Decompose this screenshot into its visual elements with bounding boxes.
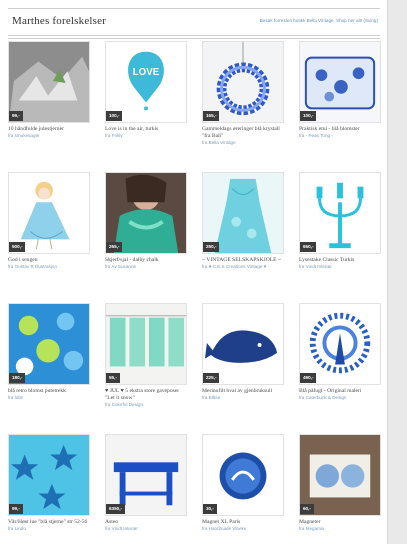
blue-table-picture: [106, 435, 186, 515]
product-title-text[interactable]: Gammeldags øreringer blå krystall "fra B…: [202, 126, 280, 139]
product-title[interactable]: ♥ JUL ♥ 5 ekstra store gaveposer "Let it…: [105, 388, 189, 408]
shop-link[interactable]: fra hitle: [8, 395, 92, 401]
panel-header: Marthes forelskelser Besøk forresten but…: [8, 8, 380, 39]
product-title[interactable]: Skjerf/sjal - dalby chalk fra Av Susanne: [105, 257, 189, 270]
candelabra-picture: [300, 173, 380, 253]
price-badge: 100,-: [106, 111, 123, 121]
star-hat-picture: [9, 435, 89, 515]
product-title-text[interactable]: ♥ JUL ♥ 5 ekstra store gaveposer "Let it…: [105, 388, 179, 401]
floral-pouch-picture: [300, 42, 380, 122]
product-title-text[interactable]: Vår/Høst lue "blå stjerne" str 52-56: [8, 519, 87, 525]
magnets-box-picture: [300, 435, 380, 515]
shop-link[interactable]: fra smukesager: [8, 133, 92, 139]
price-badge: 500,-: [9, 242, 26, 252]
price-badge: 490,-: [300, 373, 317, 383]
price-badge: 99,-: [9, 504, 23, 514]
felt-whale-picture: [203, 304, 283, 384]
price-badge: 265,-: [106, 242, 123, 252]
product-title[interactable]: Vår/Høst lue "blå stjerne" str 52-56 fra…: [8, 519, 92, 532]
product-title-text[interactable]: Lysestake Classic Turkis: [299, 257, 354, 263]
girl-illustration-picture: [9, 173, 89, 253]
product-title-text[interactable]: Blå påfugl - Original maleri: [299, 388, 361, 394]
shop-link[interactable]: fra Colorful Design: [105, 402, 189, 408]
shop-link[interactable]: fra ♥ C.E.S Creations Vintage ♥: [202, 264, 286, 270]
product-title-text[interactable]: Magneter: [299, 519, 320, 525]
product-title[interactable]: Blå påfugl - Original maleri fra Caterbu…: [299, 388, 383, 401]
shop-link[interactable]: fra Bella Vintage: [202, 140, 286, 146]
price-badge: 165,-: [203, 111, 220, 121]
paper-stars-picture: [9, 42, 89, 122]
price-badge: 60,-: [300, 504, 314, 514]
product-title[interactable]: Magnet XL Paris fra Handmade Vibeke: [202, 519, 286, 532]
product-title-text[interactable]: Skjerf/sjal - dalby chalk: [105, 257, 159, 263]
shop-link[interactable]: fra Gustav R Illustrasjon: [8, 264, 92, 270]
blue-wreath-picture: [203, 42, 283, 122]
product-title[interactable]: Merinofilt hval av gjenbruksull fra Blås…: [202, 388, 286, 401]
product-title-text[interactable]: Love is in the air, turkis: [105, 126, 158, 132]
product-title[interactable]: blå retro blomst putetrekk fra hitle: [8, 388, 92, 401]
product-title-text[interactable]: Merinofilt hval av gjenbruksull: [202, 388, 272, 394]
product-title[interactable]: Praktisk etui - blå blomster fra - Peas …: [299, 126, 383, 139]
product-title-text[interactable]: God i sengen: [8, 257, 38, 263]
shop-link[interactable]: fra Blåse: [202, 395, 286, 401]
product-title-text[interactable]: Praktisk etui - blå blomster: [299, 126, 360, 132]
product-title[interactable]: Magneter fra Megamix: [299, 519, 383, 532]
price-badge: 250,-: [203, 242, 220, 252]
product-title[interactable]: Love is in the air, turkis fra Frikly: [105, 126, 189, 139]
price-badge: 55,-: [106, 373, 120, 383]
shop-link[interactable]: fra Av Susanne: [105, 264, 189, 270]
product-title-text[interactable]: blå retro blomst putetrekk: [8, 388, 66, 394]
love-balloon-picture: LOVE: [106, 42, 186, 122]
shop-link[interactable]: fra Lindo: [8, 526, 92, 532]
shop-link[interactable]: fra Handmade Vibeke: [202, 526, 286, 532]
price-badge: 100,-: [300, 111, 317, 121]
paris-magnet-picture: [203, 435, 283, 515]
product-title-text[interactable]: 10 håndfulde julestjerner: [8, 126, 64, 132]
page-title: Marthes forelskelser: [12, 15, 107, 27]
svg-text:LOVE: LOVE: [133, 67, 160, 78]
product-title-text[interactable]: ~ VINTAGE SELSKAPSKJOLE ~: [202, 257, 281, 263]
product-title-text[interactable]: Asteo: [105, 519, 118, 525]
shop-link[interactable]: fra Vindt Interiør: [299, 264, 383, 270]
header-shop-link[interactable]: Besøk forresten butikk Bella Vintage. Sh…: [260, 18, 378, 23]
scarf-woman-picture: [106, 173, 186, 253]
product-title-text[interactable]: Magnet XL Paris: [202, 519, 240, 525]
product-title[interactable]: Asteo fra Vindt Interiør: [105, 519, 189, 532]
product-title[interactable]: 10 håndfulde julestjerner fra smukesager: [8, 126, 92, 139]
price-badge: 6350,-: [106, 504, 126, 514]
shop-link[interactable]: fra Caterbuck & Design: [299, 395, 383, 401]
shop-link[interactable]: fra Vindt Interiør: [105, 526, 189, 532]
price-badge: 30,-: [203, 504, 217, 514]
product-title[interactable]: Gammeldags øreringer blå krystall "fra B…: [202, 126, 286, 146]
peacock-art-picture: [300, 304, 380, 384]
price-badge: 99,-: [9, 111, 23, 121]
price-badge: 650,-: [300, 242, 317, 252]
price-badge: 225,-: [203, 373, 220, 383]
product-title[interactable]: God i sengen fra Gustav R Illustrasjon: [8, 257, 92, 270]
product-title[interactable]: Lysestake Classic Turkis fra Vindt Inter…: [299, 257, 383, 270]
favorites-panel: Marthes forelskelser Besøk forresten but…: [0, 0, 388, 544]
shop-link[interactable]: fra Megamix: [299, 526, 383, 532]
gift-bags-picture: [106, 304, 186, 384]
price-badge: 180,-: [9, 373, 26, 383]
shop-link[interactable]: fra Frikly: [105, 133, 189, 139]
vintage-dress-picture: [203, 173, 283, 253]
product-title[interactable]: ~ VINTAGE SELSKAPSKJOLE ~ fra ♥ C.E.S Cr…: [202, 257, 286, 270]
retro-pillow-picture: [9, 304, 89, 384]
shop-link[interactable]: fra - Peas Tong -: [299, 133, 383, 139]
